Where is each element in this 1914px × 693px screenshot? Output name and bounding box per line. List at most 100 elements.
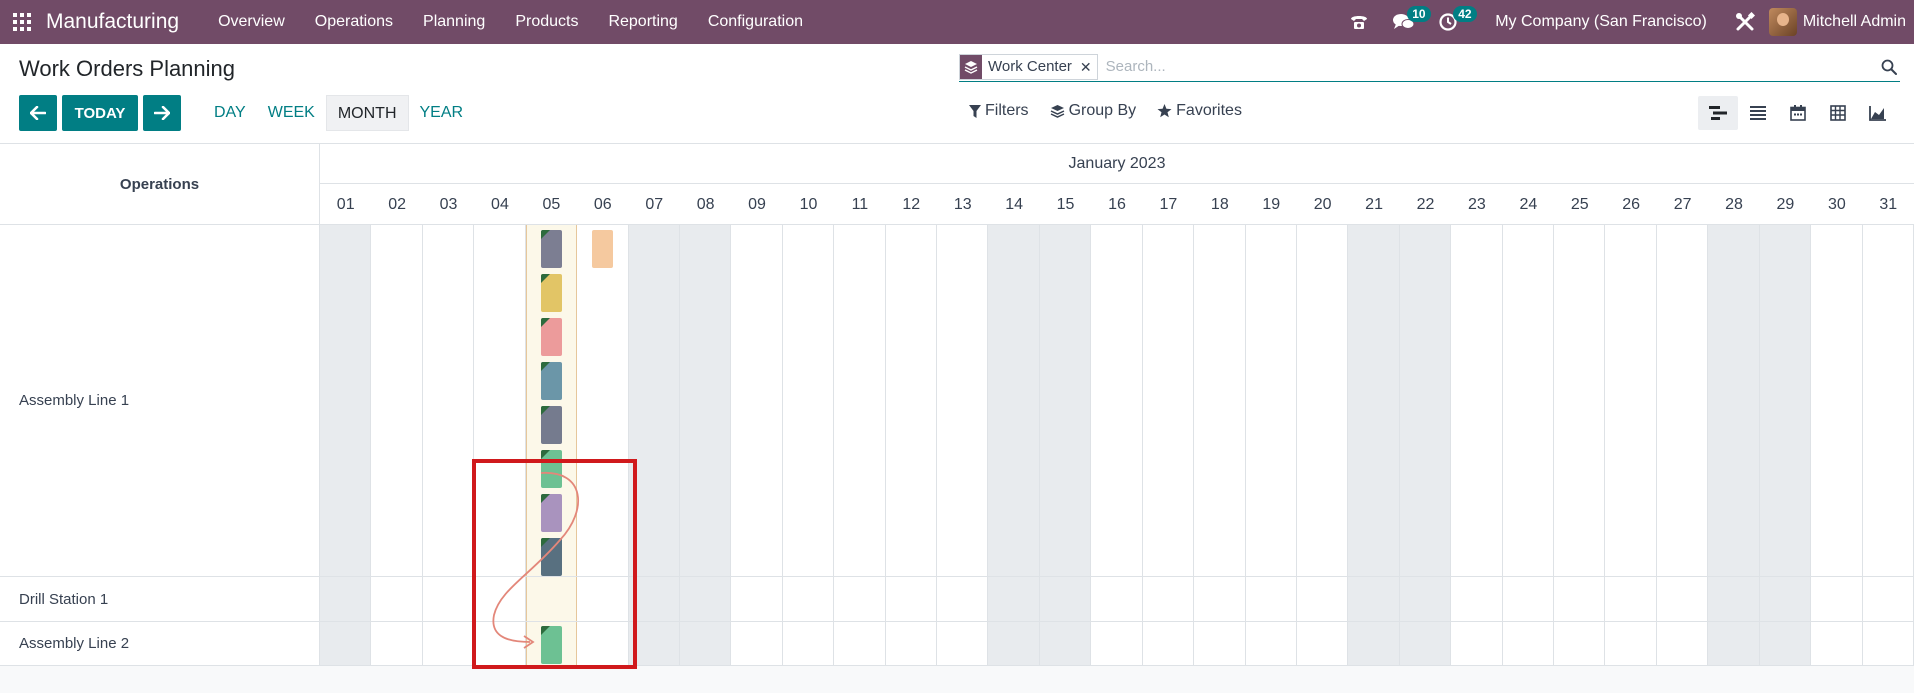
day-column-09[interactable] bbox=[731, 225, 783, 666]
day-column-17[interactable] bbox=[1143, 225, 1195, 666]
day-column-08[interactable] bbox=[679, 225, 732, 666]
day-column-20[interactable] bbox=[1297, 225, 1349, 666]
group-by-button[interactable]: Group By bbox=[1050, 102, 1136, 120]
day-header-27: 27 bbox=[1673, 196, 1692, 213]
day-column-25[interactable] bbox=[1554, 225, 1606, 666]
messages-icon[interactable]: 10 bbox=[1381, 0, 1431, 44]
menu-planning[interactable]: Planning bbox=[408, 0, 500, 44]
day-header-10: 10 bbox=[799, 196, 818, 213]
day-column-03[interactable] bbox=[423, 225, 475, 666]
day-column-18[interactable] bbox=[1194, 225, 1246, 666]
previous-button[interactable] bbox=[19, 95, 57, 131]
day-column-27[interactable] bbox=[1657, 225, 1709, 666]
company-switcher[interactable]: My Company (San Francisco) bbox=[1469, 13, 1721, 31]
calendar-view-icon[interactable] bbox=[1778, 96, 1818, 130]
facet-value: Work Center bbox=[988, 57, 1072, 75]
day-column-11[interactable] bbox=[834, 225, 886, 666]
day-column-15[interactable] bbox=[1039, 225, 1092, 666]
day-column-19[interactable] bbox=[1246, 225, 1297, 666]
menu-configuration[interactable]: Configuration bbox=[693, 0, 818, 44]
day-header-02: 02 bbox=[388, 196, 406, 213]
scale-week-button[interactable]: WEEK bbox=[257, 95, 326, 131]
next-button[interactable] bbox=[143, 95, 181, 131]
list-view-icon[interactable] bbox=[1738, 96, 1778, 130]
day-column-12[interactable] bbox=[886, 225, 938, 666]
arrow-left-icon bbox=[30, 106, 46, 120]
day-header-24: 24 bbox=[1519, 196, 1538, 213]
row-header-assembly-line-2[interactable]: Assembly Line 2 bbox=[0, 622, 320, 666]
search-bar: Work Center ✕ bbox=[959, 52, 1900, 82]
user-menu[interactable]: Mitchell Admin bbox=[1768, 8, 1914, 36]
day-header-15: 15 bbox=[1056, 196, 1075, 213]
search-input[interactable] bbox=[1103, 54, 1878, 79]
progress-corner bbox=[540, 450, 550, 459]
month-header: January 2023 bbox=[320, 144, 1914, 184]
work-order-pill[interactable] bbox=[540, 230, 562, 268]
day-column-22[interactable] bbox=[1399, 225, 1452, 666]
work-order-pill[interactable] bbox=[540, 274, 562, 312]
today-button[interactable]: TODAY bbox=[62, 95, 138, 131]
day-header-04: 04 bbox=[491, 196, 509, 213]
annotation-highlight-box bbox=[472, 459, 637, 669]
day-header-06: 06 bbox=[593, 196, 612, 213]
day-column-28[interactable] bbox=[1708, 225, 1760, 666]
phone-icon[interactable] bbox=[1337, 0, 1381, 44]
progress-corner bbox=[540, 406, 550, 415]
day-header-22: 22 bbox=[1416, 196, 1435, 213]
facet-remove-icon[interactable]: ✕ bbox=[1080, 55, 1097, 79]
work-order-pill[interactable] bbox=[540, 318, 562, 356]
day-header-13: 13 bbox=[953, 196, 972, 213]
day-header-17: 17 bbox=[1159, 196, 1178, 213]
row-header-drill-station-1[interactable]: Drill Station 1 bbox=[0, 577, 320, 622]
user-avatar bbox=[1768, 8, 1797, 36]
search-facet-work-center: Work Center ✕ bbox=[959, 53, 1098, 80]
day-column-16[interactable] bbox=[1091, 225, 1143, 666]
scale-year-button[interactable]: YEAR bbox=[409, 95, 475, 131]
pivot-view-icon[interactable] bbox=[1818, 96, 1858, 130]
work-order-pill[interactable] bbox=[540, 362, 562, 400]
menu-reporting[interactable]: Reporting bbox=[593, 0, 692, 44]
app-brand[interactable]: Manufacturing bbox=[44, 10, 179, 34]
day-column-14[interactable] bbox=[988, 225, 1040, 666]
control-panel: Work Orders Planning TODAY DAY WEEK MONT… bbox=[0, 44, 1914, 144]
day-column-10[interactable] bbox=[783, 225, 835, 666]
scale-month-button[interactable]: MONTH bbox=[325, 95, 409, 131]
operations-header: Operations bbox=[0, 144, 320, 225]
layers-icon bbox=[960, 54, 982, 79]
favorites-button[interactable]: Favorites bbox=[1157, 102, 1242, 120]
day-column-02[interactable] bbox=[371, 225, 423, 666]
day-column-13[interactable] bbox=[937, 225, 989, 666]
day-header-row: 01 02 03 04 05 06 07 08 09 10 11 12 13 14 15 16 17 18 19 20… bbox=[320, 184, 1914, 225]
graph-view-icon[interactable] bbox=[1858, 96, 1898, 130]
day-column-21[interactable] bbox=[1348, 225, 1400, 666]
menu-operations[interactable]: Operations bbox=[300, 0, 408, 44]
day-column-24[interactable] bbox=[1503, 225, 1555, 666]
day-column-26[interactable] bbox=[1605, 225, 1657, 666]
top-navbar: Manufacturing Overview Operations Planni… bbox=[0, 0, 1914, 44]
day-header-03: 03 bbox=[439, 196, 458, 213]
day-column-01[interactable] bbox=[320, 225, 372, 666]
day-column-23[interactable] bbox=[1451, 225, 1503, 666]
day-column-30[interactable] bbox=[1811, 225, 1863, 666]
search-icon[interactable] bbox=[1878, 59, 1900, 75]
day-header-12: 12 bbox=[902, 196, 921, 213]
apps-grid-icon[interactable] bbox=[0, 0, 44, 44]
day-header-29: 29 bbox=[1776, 196, 1795, 213]
debug-tools-icon[interactable] bbox=[1721, 0, 1769, 44]
day-header-05: 05 bbox=[542, 196, 561, 213]
scale-day-button[interactable]: DAY bbox=[203, 95, 257, 131]
day-column-31[interactable] bbox=[1863, 225, 1914, 666]
day-header-16: 16 bbox=[1108, 196, 1126, 213]
scale-selector: DAY WEEK MONTH YEAR bbox=[203, 95, 474, 131]
activities-clock-icon[interactable]: 42 bbox=[1427, 0, 1477, 44]
filters-button[interactable]: Filters bbox=[969, 102, 1029, 120]
day-column-29[interactable] bbox=[1759, 225, 1812, 666]
work-order-pill[interactable] bbox=[540, 406, 562, 444]
menu-products[interactable]: Products bbox=[500, 0, 593, 44]
gantt-view-icon[interactable] bbox=[1698, 96, 1738, 130]
menu-overview[interactable]: Overview bbox=[203, 0, 300, 44]
row-header-assembly-line-1[interactable]: Assembly Line 1 bbox=[0, 225, 320, 577]
work-order-pill[interactable] bbox=[592, 230, 614, 268]
progress-corner bbox=[540, 362, 550, 371]
favorites-label: Favorites bbox=[1176, 102, 1242, 119]
